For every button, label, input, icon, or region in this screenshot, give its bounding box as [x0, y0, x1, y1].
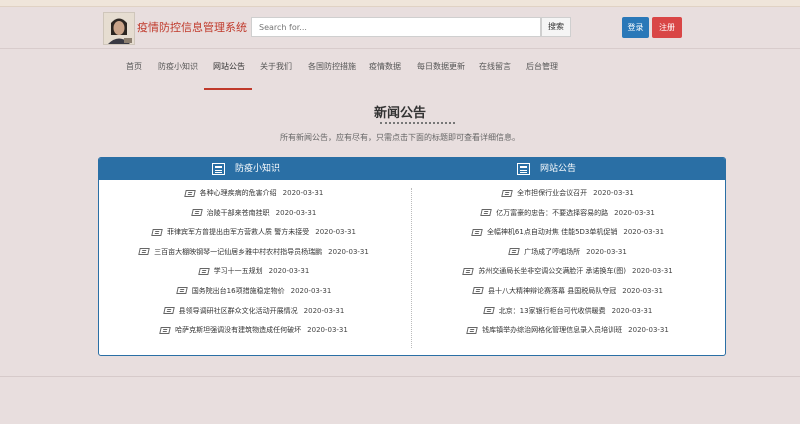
list-item[interactable]: 全市担保行业会议召开 2020-03-31: [413, 184, 723, 204]
list-item-title[interactable]: 三百亩大棚映钢琴一记仙居乡雅中村农村指导员杨瑞鹏: [154, 248, 322, 256]
nav-item-admin[interactable]: 后台管理: [526, 61, 558, 72]
list-item-title[interactable]: 北京：13家银行柜台可代收供暖费: [499, 307, 606, 315]
panel-heading-announcements[interactable]: 网站公告: [517, 158, 576, 180]
list-item[interactable]: 哈萨克斯坦强调没有建筑物造成任何破坏 2020-03-31: [99, 321, 409, 341]
logo-image[interactable]: [103, 12, 135, 45]
newspaper-icon: [462, 267, 475, 275]
list-item-date: 2020-03-31: [593, 189, 634, 197]
nav-active-indicator: [204, 88, 252, 90]
newspaper-icon: [501, 189, 513, 197]
list-item-date: 2020-03-31: [632, 267, 673, 276]
title-divider: [380, 122, 455, 124]
search-button[interactable]: 搜索: [541, 17, 571, 37]
list-item[interactable]: 钱库镇举办综治网格化管理信息录入员培训班 2020-03-31: [413, 321, 723, 341]
list-item-date: 2020-03-31: [275, 208, 317, 217]
newspaper-icon: [190, 209, 203, 217]
list-item-date: 2020-03-31: [611, 306, 653, 315]
list-item-date: 2020-03-31: [586, 247, 627, 256]
newspaper-icon: [212, 162, 225, 175]
list-item-date: 2020-03-31: [614, 208, 655, 217]
list-item-date: 2020-03-31: [307, 326, 348, 335]
news-panel: 防疫小知识 网站公告 各种心理疾病的危害介绍 2020-03-31 治陵干部来苍南…: [98, 157, 726, 356]
site-title[interactable]: 疫情防控信息管理系统: [137, 19, 247, 35]
list-item-title[interactable]: 县十八大精神辩论赛落幕 县国税局队夺冠: [488, 287, 616, 295]
page-subtitle: 所有新闻公告，应有尽有，只需点击下面的标题即可查看详细信息。: [280, 133, 520, 142]
list-item-title[interactable]: 治陵干部来苍南挂职: [207, 209, 270, 217]
login-button[interactable]: 登录: [622, 17, 649, 38]
site-header: 疫情防控信息管理系统 搜索 登录 注册: [0, 6, 800, 48]
list-item-date: 2020-03-31: [623, 228, 665, 237]
list-item[interactable]: 北京：13家银行柜台可代收供暖费 2020-03-31: [413, 302, 723, 322]
nav-item-epidemic-data[interactable]: 疫情数据: [369, 61, 401, 72]
person-photo-icon: [104, 13, 134, 44]
main-nav: 首页 防疫小知识 网站公告 关于我们 各国防控措施 疫情数据 每日数据更新 在线…: [0, 48, 800, 91]
list-item-title[interactable]: 全幅神机61点自动对焦 佳能5D3单机促销: [487, 228, 617, 236]
list-item-date: 2020-03-31: [303, 306, 345, 315]
list-item[interactable]: 县领导调研社区群众文化活动开展情况 2020-03-31: [99, 302, 409, 322]
list-item[interactable]: 学习十一五规划 2020-03-31: [99, 262, 409, 282]
nav-item-home[interactable]: 首页: [126, 61, 142, 72]
footer-divider: [0, 376, 800, 377]
list-item[interactable]: 国务院出台16项措施稳定物价 2020-03-31: [99, 282, 409, 302]
list-item[interactable]: 苏州交通局长坐非空调公交满脸汗 承诺换车(图) 2020-03-31: [413, 262, 723, 282]
column-divider: [411, 188, 412, 348]
newspaper-icon: [162, 307, 175, 315]
newspaper-icon: [480, 209, 492, 217]
newspaper-icon: [138, 248, 150, 256]
newspaper-icon: [159, 326, 171, 334]
newspaper-icon: [482, 307, 495, 315]
nav-item-daily-update[interactable]: 每日数据更新: [417, 61, 465, 72]
register-button[interactable]: 注册: [652, 17, 682, 38]
search-input[interactable]: [251, 17, 541, 37]
list-item-title[interactable]: 钱库镇举办综治网格化管理信息录入员培训班: [482, 326, 622, 334]
nav-item-announcements[interactable]: 网站公告: [213, 61, 245, 72]
prevention-list: 各种心理疾病的危害介绍 2020-03-31 治陵干部来苍南挂职 2020-03-3…: [99, 184, 409, 341]
list-item[interactable]: 各种心理疾病的危害介绍 2020-03-31: [99, 184, 409, 204]
newspaper-icon: [471, 228, 483, 236]
list-item-title[interactable]: 菲律宾军方曾提出由军方营救人质 警方未接受: [167, 228, 309, 236]
panel-heading-prevention-label: 防疫小知识: [235, 164, 281, 174]
list-item[interactable]: 亿万富豪的忠告：不要选择容易的路 2020-03-31: [413, 204, 723, 224]
newspaper-icon: [472, 287, 484, 295]
list-item-title[interactable]: 各种心理疾病的危害介绍: [200, 189, 277, 197]
list-item-date: 2020-03-31: [268, 267, 310, 276]
newspaper-icon: [508, 248, 520, 256]
list-item[interactable]: 广场成了哼唱场所 2020-03-31: [413, 243, 723, 263]
list-item-date: 2020-03-31: [282, 189, 324, 197]
newspaper-icon: [151, 228, 163, 236]
list-item-title[interactable]: 广场成了哼唱场所: [524, 248, 580, 256]
panel-heading-announcements-label: 网站公告: [540, 164, 577, 174]
newspaper-icon: [466, 326, 478, 334]
list-item[interactable]: 治陵干部来苍南挂职 2020-03-31: [99, 204, 409, 224]
list-item-date: 2020-03-31: [622, 286, 663, 295]
nav-item-messages[interactable]: 在线留言: [479, 61, 511, 72]
list-item-date: 2020-03-31: [315, 228, 356, 237]
list-item-date: 2020-03-31: [628, 326, 669, 335]
list-item[interactable]: 菲律宾军方曾提出由军方营救人质 警方未接受 2020-03-31: [99, 223, 409, 243]
newspaper-icon: [183, 189, 196, 197]
list-item-title[interactable]: 国务院出台16项措施稳定物价: [192, 287, 285, 295]
list-item-date: 2020-03-31: [328, 247, 369, 256]
list-item-title[interactable]: 哈萨克斯坦强调没有建筑物造成任何破坏: [175, 326, 301, 334]
list-item-title[interactable]: 学习十一五规划: [214, 267, 263, 275]
page-title: 新闻公告: [373, 106, 426, 121]
newspaper-icon: [175, 287, 188, 295]
list-item-title[interactable]: 苏州交通局长坐非空调公交满脸汗 承诺换车(图): [478, 267, 626, 275]
panel-header: 防疫小知识 网站公告: [99, 158, 725, 180]
nav-item-about[interactable]: 关于我们: [260, 61, 292, 72]
announcement-list: 全市担保行业会议召开 2020-03-31 亿万富豪的忠告：不要选择容易的路 202…: [413, 184, 723, 341]
newspaper-icon: [197, 267, 210, 275]
list-item-title[interactable]: 县领导调研社区群众文化活动开展情况: [179, 307, 298, 315]
nav-item-country-measures[interactable]: 各国防控措施: [308, 61, 356, 72]
list-item-date: 2020-03-31: [290, 286, 332, 295]
newspaper-icon: [517, 162, 530, 175]
list-item[interactable]: 三百亩大棚映钢琴一记仙居乡雅中村农村指导员杨瑞鹏 2020-03-31: [99, 243, 409, 263]
list-item[interactable]: 全幅神机61点自动对焦 佳能5D3单机促销 2020-03-31: [413, 223, 723, 243]
list-item[interactable]: 县十八大精神辩论赛落幕 县国税局队夺冠 2020-03-31: [413, 282, 723, 302]
panel-heading-prevention[interactable]: 防疫小知识: [212, 158, 280, 180]
list-item-title[interactable]: 亿万富豪的忠告：不要选择容易的路: [496, 209, 608, 217]
nav-item-prevention-tips[interactable]: 防疫小知识: [158, 61, 198, 72]
list-item-title[interactable]: 全市担保行业会议召开: [517, 189, 587, 197]
